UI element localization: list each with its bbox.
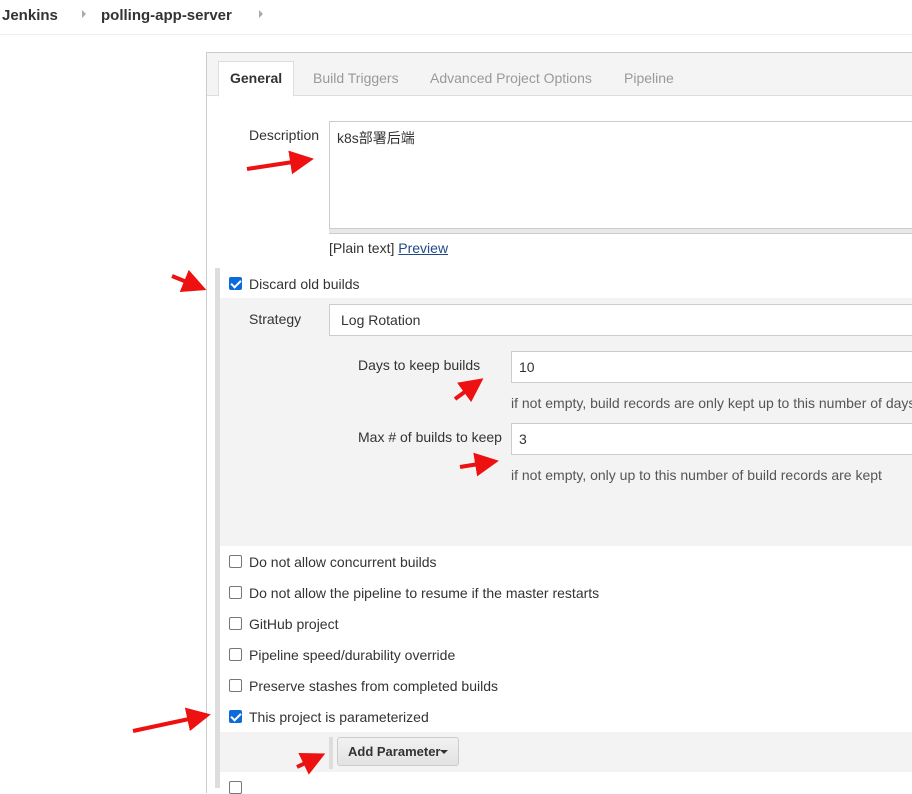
strategy-select[interactable]: Log Rotation [329,304,912,336]
description-format-row: [Plain text] Preview [329,240,448,256]
max-builds-label: Max # of builds to keep [358,429,502,445]
parameterized-checkbox[interactable] [229,710,242,723]
annotation-arrow-icon [171,269,207,293]
tab-advanced-project-options[interactable]: Advanced Project Options [430,70,592,86]
concurrent-builds-label[interactable]: Do not allow concurrent builds [249,554,437,570]
github-project-checkbox[interactable] [229,617,242,630]
strategy-label: Strategy [249,311,302,327]
max-builds-hint: if not empty, only up to this number of … [511,467,882,483]
plain-text-note: [Plain text] [329,240,395,256]
discard-old-builds-checkbox[interactable] [229,277,242,290]
max-builds-input[interactable]: 3 [511,423,912,455]
pipeline-resume-label[interactable]: Do not allow the pipeline to resume if t… [249,585,599,601]
preserve-stashes-label[interactable]: Preserve stashes from completed builds [249,678,498,694]
breadcrumb-divider [0,34,912,35]
breadcrumb-project[interactable]: polling-app-server [101,7,232,24]
pipeline-resume-checkbox[interactable] [229,586,242,599]
breadcrumb-jenkins[interactable]: Jenkins [2,7,58,24]
tab-general[interactable]: General [218,61,295,97]
annotation-arrow-icon [132,707,211,733]
caret-down-icon [440,750,448,754]
parameter-indent-bar [329,737,333,769]
add-parameter-label: Add Parameter [348,744,441,759]
github-project-label[interactable]: GitHub project [249,616,338,632]
description-label: Description [249,127,320,143]
parameter-section-bg [220,732,912,772]
add-parameter-button[interactable]: Add Parameter [337,737,459,766]
preserve-stashes-checkbox[interactable] [229,679,242,692]
tab-build-triggers[interactable]: Build Triggers [313,70,399,86]
parameterized-label[interactable]: This project is parameterized [249,709,429,725]
config-tabbar: General Build Triggers Advanced Project … [207,53,912,97]
chevron-right-icon[interactable] [82,10,86,18]
preview-link[interactable]: Preview [398,240,448,256]
next-option-checkbox[interactable] [229,781,242,794]
textarea-resize-handle[interactable] [329,229,912,234]
tab-pipeline[interactable]: Pipeline [624,70,674,86]
breadcrumb: Jenkins polling-app-server [0,0,912,34]
days-to-keep-label: Days to keep builds [358,357,481,373]
description-textarea[interactable]: k8s部署后端 [329,121,912,229]
days-to-keep-input[interactable]: 10 [511,351,912,383]
discard-old-builds-label[interactable]: Discard old builds [249,276,360,292]
durability-override-label[interactable]: Pipeline speed/durability override [249,647,455,663]
days-to-keep-hint: if not empty, build records are only kep… [511,395,912,411]
durability-override-checkbox[interactable] [229,648,242,661]
concurrent-builds-checkbox[interactable] [229,555,242,568]
chevron-right-icon[interactable] [259,10,263,18]
